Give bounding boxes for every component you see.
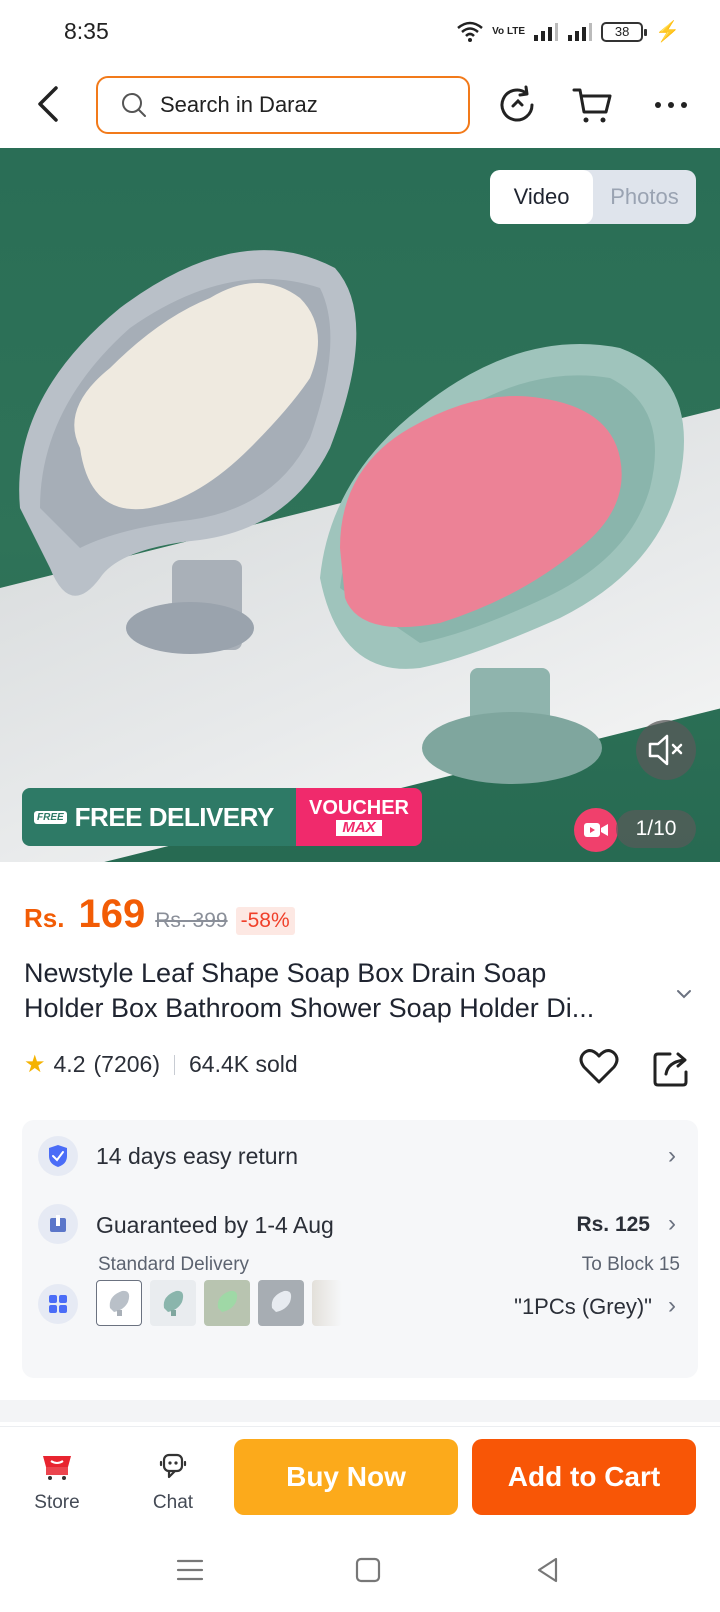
bottom-action-bar: Store Chat Buy Now Add to Cart [0,1426,720,1526]
free-delivery-badge: FREE FREE DELIVERY [22,788,296,846]
status-time: 8:35 [64,18,109,44]
star-icon: ★ [24,1051,46,1078]
search-bar[interactable] [96,76,470,134]
top-nav [0,64,720,148]
return-policy-row[interactable]: 14 days easy return › [22,1120,698,1192]
sold-count: 64.4K sold [188,1051,298,1077]
status-icons: Vo LTE 38 ⚡ [456,19,680,44]
image-counter: 1/10 [616,810,696,848]
delivery-type-text: Standard Delivery [98,1254,250,1275]
video-camera-icon [584,823,608,837]
info-card: 14 days easy return › Guaranteed by 1-4 … [22,1120,698,1378]
price-row: Rs. 169 Rs. 399 -58% [24,892,295,937]
product-gallery[interactable]: Video Photos FREE FREE DELIVERY VOUCHER … [0,148,720,862]
share-icon[interactable] [652,1046,692,1088]
section-divider [0,1400,720,1422]
history-icon[interactable] [496,84,538,126]
mute-icon [648,734,683,766]
voucher-text: VOUCHER [308,797,409,819]
chevron-right-icon: › [668,1292,676,1319]
volte-label: Vo LTE [492,25,526,37]
delivery-guarantee-text: Guaranteed by 1-4 Aug [96,1212,334,1238]
delivery-location: To Block 15 [581,1254,680,1275]
video-play-button[interactable] [574,808,618,852]
search-icon [122,93,146,117]
mute-button[interactable] [636,720,696,780]
chevron-down-icon[interactable] [674,984,694,1004]
menu-icon[interactable] [172,1552,208,1588]
variant-thumbnail-grey[interactable] [96,1280,142,1326]
add-to-cart-button[interactable]: Add to Cart [472,1439,696,1515]
price-currency: Rs. [24,903,65,933]
variants-grid-icon [38,1284,78,1324]
chevron-right-icon: › [668,1142,676,1169]
variant-thumbnail-teal[interactable] [150,1280,196,1326]
battery-icon: 38 [601,21,648,42]
store-icon [43,1456,71,1480]
store-button[interactable]: Store [22,1453,92,1517]
product-image [19,250,684,784]
max-text: MAX [336,820,382,836]
free-delivery-text: FREE DELIVERY [74,801,275,832]
back-triangle-icon[interactable] [530,1552,566,1588]
chat-icon [159,1453,187,1479]
rating-row[interactable]: ★ 4.2 (7206) 64.4K sold [24,1050,298,1079]
selected-variant-label[interactable]: "1PCs (Grey)" [514,1294,652,1320]
chat-label: Chat [152,1492,194,1513]
signal-icon [534,22,559,41]
variant-thumbnail-green[interactable] [204,1280,250,1326]
original-price: Rs. 399 [155,909,228,932]
wifi-icon [457,21,483,42]
home-square-icon[interactable] [350,1552,386,1588]
charging-icon: ⚡ [655,21,680,43]
product-title: Newstyle Leaf Shape Soap Box Drain Soap … [24,956,654,1026]
store-label: Store [34,1492,80,1513]
variant-thumbnail-white[interactable] [258,1280,304,1326]
rating-value: 4.2 [53,1051,86,1077]
more-options-icon[interactable] [650,84,692,126]
promo-banner: FREE FREE DELIVERY VOUCHER MAX [22,788,422,846]
voucher-max-badge: VOUCHER MAX [296,788,422,846]
product-title-line-1: Newstyle Leaf Shape Soap Box Drain Soap [24,958,547,988]
media-toggle: Video Photos [490,170,696,224]
system-nav-bar [0,1526,720,1612]
cart-icon[interactable] [572,84,614,126]
variant-thumbnails [96,1280,342,1326]
delivery-price: Rs. 125 [576,1213,650,1236]
product-title-line-2: Holder Box Bathroom Shower Soap Holder D… [24,993,595,1023]
current-price: 169 [78,892,146,936]
chat-button[interactable]: Chat [138,1453,208,1517]
discount-badge: -58% [235,907,295,935]
tab-photos[interactable]: Photos [593,170,696,224]
back-arrow-icon[interactable] [28,82,68,126]
status-bar: 8:35 Vo LTE 38 ⚡ [0,0,720,64]
review-count: (7206) [93,1051,160,1077]
chevron-right-icon: › [668,1210,676,1237]
heart-icon[interactable] [578,1046,620,1088]
search-input[interactable] [160,92,440,118]
tab-video[interactable]: Video [490,170,593,224]
variant-thumbnail-more[interactable] [312,1280,342,1326]
signal-icon-2 [568,22,593,41]
divider [173,1054,175,1075]
delivery-box-icon [38,1204,78,1244]
shield-icon [38,1136,78,1176]
buy-now-button[interactable]: Buy Now [234,1439,458,1515]
return-policy-text: 14 days easy return [96,1143,299,1169]
delivery-truck-icon: FREE [34,810,67,824]
